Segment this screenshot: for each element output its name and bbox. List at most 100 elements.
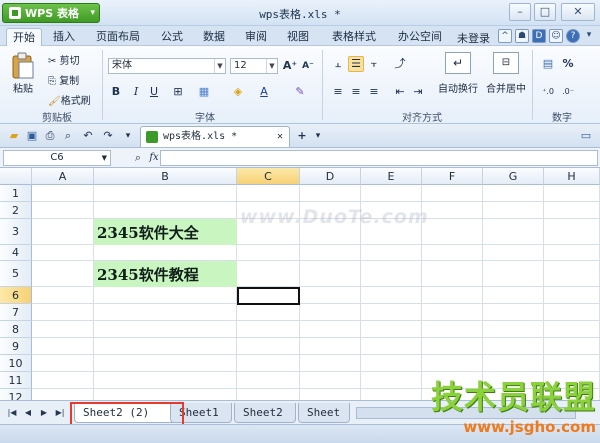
- italic-button[interactable]: I: [128, 84, 144, 100]
- increase-decimal-icon[interactable]: ⁺.0: [540, 84, 556, 100]
- number-format-icon[interactable]: ▤: [540, 56, 556, 72]
- prev-sheet-icon[interactable]: ◀: [22, 407, 34, 419]
- decrease-indent-icon[interactable]: ⇤: [392, 84, 408, 100]
- user-icon[interactable]: ☺: [549, 29, 563, 43]
- border-icon[interactable]: ⊞: [170, 84, 186, 100]
- print-preview-icon[interactable]: ⌕: [60, 128, 76, 144]
- row-header-10[interactable]: 10: [0, 355, 32, 372]
- maximize-button[interactable]: □: [534, 3, 556, 21]
- bold-button[interactable]: B: [108, 84, 124, 100]
- shirt-skin-icon[interactable]: ☗: [515, 29, 529, 43]
- fill-pattern-icon[interactable]: ▦: [196, 84, 212, 100]
- row-header-4[interactable]: 4: [0, 245, 32, 261]
- help-icon[interactable]: ?: [566, 29, 580, 43]
- row-header-12[interactable]: 12: [0, 389, 32, 400]
- zoom-icon[interactable]: ⌕: [130, 150, 146, 166]
- minimize-button[interactable]: –: [509, 3, 531, 21]
- column-header-f[interactable]: F: [422, 168, 483, 185]
- column-header-e[interactable]: E: [361, 168, 422, 185]
- tab-view[interactable]: 视图: [280, 28, 316, 46]
- tab-insert[interactable]: 插入: [46, 28, 82, 46]
- underline-button[interactable]: U: [146, 84, 162, 100]
- align-middle-icon[interactable]: ☰: [348, 56, 364, 72]
- increase-font-icon[interactable]: A⁺: [282, 58, 298, 74]
- cell-b5[interactable]: 2345软件教程: [94, 261, 237, 287]
- grid-line: [32, 354, 600, 355]
- align-left-icon[interactable]: ≡: [330, 84, 346, 100]
- row-header-9[interactable]: 9: [0, 338, 32, 355]
- next-sheet-icon[interactable]: ▶: [38, 407, 50, 419]
- doc-icon[interactable]: D: [532, 29, 546, 43]
- close-button[interactable]: ✕: [561, 3, 595, 21]
- sheet-tab-sheet[interactable]: Sheet: [298, 403, 350, 423]
- merge-center-button[interactable]: ⊟ 合并居中: [484, 52, 528, 95]
- tab-formulas[interactable]: 公式: [154, 28, 190, 46]
- shrink-ribbon-icon[interactable]: ^: [498, 29, 512, 43]
- format-painter-button[interactable]: 🖌格式刷: [48, 92, 91, 107]
- open-folder-icon[interactable]: ▰: [6, 128, 22, 144]
- last-sheet-icon[interactable]: ▶|: [54, 407, 66, 419]
- grid-line: [32, 337, 600, 338]
- row-header-2[interactable]: 2: [0, 202, 32, 219]
- column-header-a[interactable]: A: [32, 168, 94, 185]
- wrap-text-button[interactable]: ↵ 自动换行: [436, 52, 480, 95]
- copy-button[interactable]: ⎘ 复制: [48, 72, 79, 87]
- tab-review[interactable]: 审阅: [238, 28, 274, 46]
- chevron-down-icon: ▼: [101, 154, 107, 162]
- column-header-h[interactable]: H: [544, 168, 600, 185]
- name-box[interactable]: C6 ▼: [3, 150, 111, 166]
- close-icon[interactable]: ✕: [277, 127, 283, 147]
- tab-office-space[interactable]: 办公空间: [390, 28, 450, 46]
- row-header-8[interactable]: 8: [0, 321, 32, 338]
- column-header-b[interactable]: B: [94, 168, 237, 185]
- grid-line: [32, 303, 600, 304]
- select-all-corner[interactable]: [0, 168, 32, 185]
- formula-input[interactable]: [160, 150, 598, 166]
- column-header-c[interactable]: C: [237, 168, 300, 185]
- row-header-7[interactable]: 7: [0, 304, 32, 321]
- cut-button[interactable]: ✂ 剪切: [48, 52, 80, 67]
- clear-format-icon[interactable]: ✎: [292, 84, 308, 100]
- copy-icon: ⎘: [48, 76, 56, 87]
- active-cell-c6[interactable]: [237, 287, 300, 305]
- print-icon[interactable]: ⎙: [42, 128, 58, 144]
- align-top-icon[interactable]: ⫠: [330, 56, 346, 72]
- customize-toolbar-icon[interactable]: ▾: [120, 128, 136, 144]
- layout-toggle-icon[interactable]: ▭: [578, 128, 594, 144]
- font-name-select[interactable]: 宋体 ▼: [108, 58, 226, 74]
- row-header-6[interactable]: 6: [0, 287, 32, 304]
- paste-button[interactable]: 粘贴: [8, 52, 38, 95]
- decrease-font-icon[interactable]: A⁻: [300, 58, 316, 74]
- percent-button[interactable]: %: [560, 56, 576, 72]
- save-icon[interactable]: ▣: [24, 128, 40, 144]
- decrease-decimal-icon[interactable]: .0⁻: [560, 84, 576, 100]
- font-color-icon[interactable]: A: [256, 84, 272, 100]
- column-header-d[interactable]: D: [300, 168, 361, 185]
- column-header-g[interactable]: G: [483, 168, 544, 185]
- chevron-down-icon[interactable]: ▾: [582, 29, 596, 43]
- font-size-select[interactable]: 12 ▼: [230, 58, 278, 74]
- document-tab[interactable]: wps表格.xls * ✕: [140, 126, 290, 147]
- tab-home[interactable]: 开始: [6, 28, 42, 46]
- row-header-5[interactable]: 5: [0, 261, 32, 287]
- align-right-icon[interactable]: ≡: [366, 84, 382, 100]
- text-orientation-icon[interactable]: ⤴: [392, 56, 408, 72]
- row-header-1[interactable]: 1: [0, 185, 32, 202]
- cell-b3[interactable]: 2345软件大全: [94, 219, 237, 245]
- chevron-down-icon[interactable]: ▾: [310, 128, 326, 144]
- row-header-3[interactable]: 3: [0, 219, 32, 245]
- increase-indent-icon[interactable]: ⇥: [410, 84, 426, 100]
- tab-page-layout[interactable]: 页面布局: [88, 28, 148, 46]
- redo-icon[interactable]: ↷: [100, 128, 116, 144]
- login-link[interactable]: 未登录: [457, 30, 490, 46]
- tab-table-style[interactable]: 表格样式: [324, 28, 384, 46]
- fill-color-icon[interactable]: ◈: [230, 84, 246, 100]
- new-tab-icon[interactable]: +: [294, 128, 310, 144]
- undo-icon[interactable]: ↶: [80, 128, 96, 144]
- tab-data[interactable]: 数据: [196, 28, 232, 46]
- align-center-icon[interactable]: ≡: [348, 84, 364, 100]
- row-header-11[interactable]: 11: [0, 372, 32, 389]
- sheet-tab-sheet2[interactable]: Sheet2: [234, 403, 296, 423]
- align-bottom-icon[interactable]: ⫟: [366, 56, 382, 72]
- first-sheet-icon[interactable]: |◀: [6, 407, 18, 419]
